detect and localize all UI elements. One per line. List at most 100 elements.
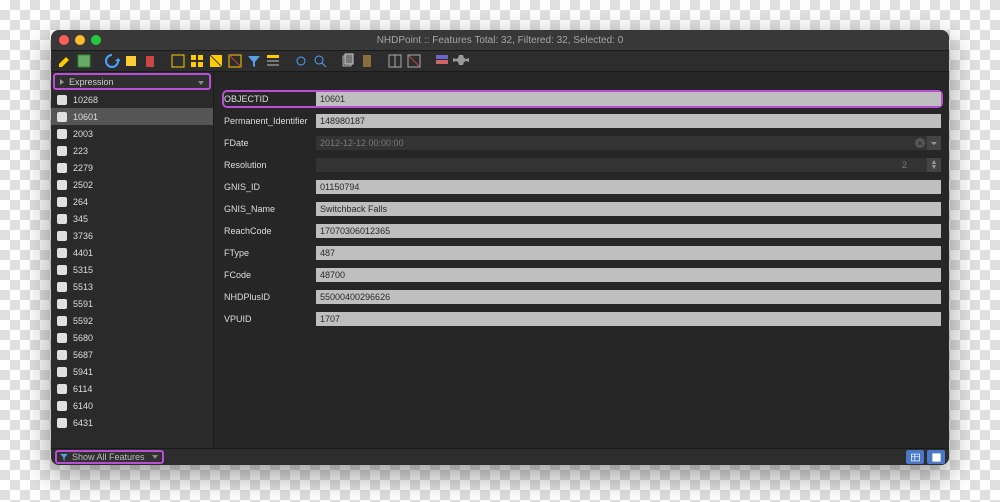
toggle-edit-icon[interactable] bbox=[57, 53, 73, 69]
value-fcode[interactable]: 48700 bbox=[316, 268, 941, 282]
statusbar: Show All Features bbox=[51, 448, 949, 465]
table-view-button[interactable] bbox=[906, 450, 924, 464]
conditional-formatting-icon[interactable] bbox=[434, 53, 450, 69]
reload-icon[interactable] bbox=[104, 53, 120, 69]
resolution-spinner[interactable]: ▲▼ bbox=[927, 158, 941, 172]
zoom-to-selected-icon[interactable] bbox=[312, 53, 328, 69]
show-all-features-dropdown[interactable]: Show All Features bbox=[55, 450, 164, 464]
feature-row[interactable]: 264 bbox=[51, 193, 213, 210]
row-checkbox[interactable] bbox=[57, 265, 67, 275]
row-checkbox[interactable] bbox=[57, 214, 67, 224]
row-checkbox[interactable] bbox=[57, 197, 67, 207]
add-feature-icon[interactable] bbox=[123, 53, 139, 69]
feature-list[interactable]: 10268 10601 2003 223 2279 2502 264 345 37364401 5… bbox=[51, 91, 213, 448]
value-fdate[interactable]: 2012-12-12 00:00:00 × bbox=[316, 136, 941, 150]
expression-dropdown[interactable]: Expression bbox=[53, 73, 211, 90]
row-id: 5513 bbox=[73, 282, 93, 292]
feature-row[interactable]: 10268 bbox=[51, 91, 213, 108]
row-checkbox[interactable] bbox=[57, 129, 67, 139]
field-objectid: OBJECTID 10601 bbox=[222, 90, 943, 108]
value-gnis-name[interactable]: Switchback Falls bbox=[316, 202, 941, 216]
select-by-expression-icon[interactable] bbox=[170, 53, 186, 69]
delete-feature-icon[interactable] bbox=[142, 53, 158, 69]
row-checkbox[interactable] bbox=[57, 95, 67, 105]
deselect-all-icon[interactable] bbox=[227, 53, 243, 69]
label-fdate: FDate bbox=[224, 138, 316, 148]
row-checkbox[interactable] bbox=[57, 112, 67, 122]
feature-row[interactable]: 10601 bbox=[51, 108, 213, 125]
field-fdate: FDate 2012-12-12 00:00:00 × bbox=[224, 136, 941, 150]
row-id: 10601 bbox=[73, 112, 98, 122]
row-id: 6114 bbox=[73, 384, 92, 394]
feature-row[interactable]: 5941 bbox=[51, 363, 213, 380]
minimize-window-button[interactable] bbox=[75, 35, 85, 45]
label-vpuid: VPUID bbox=[224, 314, 316, 324]
value-objectid[interactable]: 10601 bbox=[316, 92, 941, 106]
value-vpuid[interactable]: 1707 bbox=[316, 312, 941, 326]
select-all-icon[interactable] bbox=[189, 53, 205, 69]
field-fcode: FCode 48700 bbox=[224, 268, 941, 282]
value-ftype[interactable]: 487 bbox=[316, 246, 941, 260]
feature-row[interactable]: 6140 bbox=[51, 397, 213, 414]
row-checkbox[interactable] bbox=[57, 231, 67, 241]
field-permanent-identifier: Permanent_Identifier 148980187 bbox=[224, 114, 941, 128]
feature-row[interactable]: 5315 bbox=[51, 261, 213, 278]
paste-rows-icon[interactable] bbox=[359, 53, 375, 69]
row-checkbox[interactable] bbox=[57, 418, 67, 428]
value-permanent-identifier[interactable]: 148980187 bbox=[316, 114, 941, 128]
row-id: 264 bbox=[73, 197, 88, 207]
invert-selection-icon[interactable] bbox=[208, 53, 224, 69]
row-checkbox[interactable] bbox=[57, 282, 67, 292]
feature-row[interactable]: 5591 bbox=[51, 295, 213, 312]
row-checkbox[interactable] bbox=[57, 350, 67, 360]
feature-row[interactable]: 223 bbox=[51, 142, 213, 159]
field-gnis-id: GNIS_ID 01150794 bbox=[224, 180, 941, 194]
feature-row[interactable]: 5592 bbox=[51, 312, 213, 329]
row-checkbox[interactable] bbox=[57, 163, 67, 173]
value-nhdplusid[interactable]: 55000400296626 bbox=[316, 290, 941, 304]
date-dropdown-icon[interactable] bbox=[927, 136, 941, 150]
row-id: 345 bbox=[73, 214, 88, 224]
row-checkbox[interactable] bbox=[57, 401, 67, 411]
move-selection-to-top-icon[interactable] bbox=[265, 53, 281, 69]
feature-row[interactable]: 6114 bbox=[51, 380, 213, 397]
actions-icon[interactable] bbox=[453, 53, 469, 69]
pan-to-selected-icon[interactable] bbox=[293, 53, 309, 69]
value-gnis-id[interactable]: 01150794 bbox=[316, 180, 941, 194]
value-reachcode[interactable]: 17070306012365 bbox=[316, 224, 941, 238]
row-id: 2279 bbox=[73, 163, 93, 173]
feature-row[interactable]: 2502 bbox=[51, 176, 213, 193]
row-id: 2003 bbox=[73, 129, 93, 139]
form-view-button[interactable] bbox=[927, 450, 945, 464]
feature-row[interactable]: 3736 bbox=[51, 227, 213, 244]
feature-row[interactable]: 4401 bbox=[51, 244, 213, 261]
row-checkbox[interactable] bbox=[57, 316, 67, 326]
close-window-button[interactable] bbox=[59, 35, 69, 45]
row-checkbox[interactable] bbox=[57, 146, 67, 156]
value-resolution[interactable]: 2 bbox=[316, 158, 927, 172]
label-gnis-id: GNIS_ID bbox=[224, 182, 316, 192]
row-checkbox[interactable] bbox=[57, 248, 67, 258]
save-edits-icon[interactable] bbox=[76, 53, 92, 69]
copy-rows-icon[interactable] bbox=[340, 53, 356, 69]
feature-row[interactable]: 345 bbox=[51, 210, 213, 227]
delete-field-icon[interactable] bbox=[406, 53, 422, 69]
feature-row[interactable]: 2279 bbox=[51, 159, 213, 176]
row-checkbox[interactable] bbox=[57, 299, 67, 309]
row-checkbox[interactable] bbox=[57, 333, 67, 343]
label-resolution: Resolution bbox=[224, 160, 316, 170]
new-field-icon[interactable] bbox=[387, 53, 403, 69]
feature-row[interactable]: 2003 bbox=[51, 125, 213, 142]
row-checkbox[interactable] bbox=[57, 384, 67, 394]
row-checkbox[interactable] bbox=[57, 367, 67, 377]
filter-selection-icon[interactable] bbox=[246, 53, 262, 69]
feature-row[interactable]: 6431 bbox=[51, 414, 213, 431]
feature-row[interactable]: 5687 bbox=[51, 346, 213, 363]
row-id: 5315 bbox=[73, 265, 93, 275]
feature-row[interactable]: 5680 bbox=[51, 329, 213, 346]
clear-date-icon[interactable]: × bbox=[915, 138, 925, 148]
feature-row[interactable]: 5513 bbox=[51, 278, 213, 295]
titlebar: NHDPoint :: Features Total: 32, Filtered… bbox=[51, 30, 949, 50]
zoom-window-button[interactable] bbox=[91, 35, 101, 45]
row-checkbox[interactable] bbox=[57, 180, 67, 190]
